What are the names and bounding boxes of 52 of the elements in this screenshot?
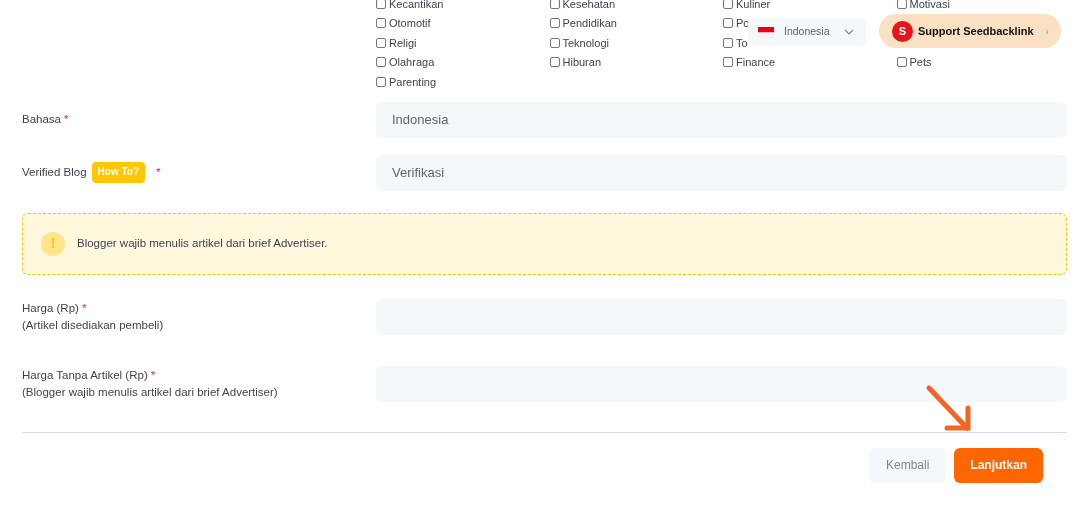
- checkbox[interactable]: [376, 57, 386, 68]
- checkbox-label: Motivasi: [909, 0, 950, 12]
- checkbox[interactable]: [896, 0, 907, 9]
- chevron-icon: ›: [1045, 22, 1049, 40]
- input-field[interactable]: Indonesia: [376, 101, 1067, 138]
- checkbox[interactable]: [723, 37, 733, 48]
- field-label: Harga (Rp): [22, 300, 79, 316]
- pointer-arrow: [926, 385, 971, 431]
- back-button[interactable]: Kembali: [868, 447, 947, 483]
- checkbox[interactable]: [376, 0, 386, 9]
- alert-text: Blogger wajib menulis artikel dari brief Advertiser.: [77, 235, 328, 251]
- checkbox-label: Pets: [909, 55, 932, 70]
- checkbox-label: Olahraga: [389, 55, 435, 70]
- checkbox[interactable]: [723, 0, 733, 9]
- checkbox-label: Otomotif: [389, 16, 431, 31]
- checkbox[interactable]: [549, 0, 560, 9]
- checkbox-label: Pendidikan: [562, 16, 617, 31]
- field-hint: (Blogger wajib menulis artikel dari brief Advertiser): [22, 384, 279, 400]
- checkbox[interactable]: [549, 57, 560, 68]
- checkbox-label: Hiburan: [562, 55, 602, 70]
- support-button[interactable]: S Support Seedbacklink ›: [879, 14, 1061, 48]
- checkbox[interactable]: [376, 76, 386, 87]
- warning-icon: !: [41, 231, 65, 256]
- checkbox-label: Teknologi: [562, 35, 609, 51]
- required-mark: *: [156, 165, 161, 181]
- checkbox-label: To: [736, 35, 748, 51]
- required-mark: *: [81, 300, 87, 316]
- checkbox[interactable]: [376, 18, 386, 29]
- required-mark: *: [150, 367, 156, 383]
- checkbox-label: Religi: [389, 35, 417, 51]
- checkbox-label: Parenting: [389, 74, 437, 90]
- field-label: Harga Tanpa Artikel (Rp): [22, 367, 148, 383]
- checkbox-label: Kuliner: [736, 0, 771, 12]
- checkbox[interactable]: [896, 57, 907, 68]
- checkbox[interactable]: [376, 37, 386, 48]
- checkbox[interactable]: [723, 18, 733, 29]
- checkbox[interactable]: [549, 18, 560, 29]
- input-field[interactable]: Verifikasi: [376, 154, 1067, 191]
- required-mark: *: [64, 112, 69, 128]
- checkbox-label: Kesehatan: [562, 0, 616, 12]
- checkbox[interactable]: [723, 57, 733, 68]
- checkbox-label: Finance: [736, 55, 776, 70]
- input-field[interactable]: [376, 365, 1067, 402]
- field-hint: (Artikel disediakan pembeli): [22, 317, 165, 333]
- field-label: Bahasa: [22, 112, 61, 128]
- chevron-down-icon: [843, 29, 854, 35]
- checkbox-label: Kecantikan: [389, 0, 444, 12]
- field-label: Verified Blog: [22, 165, 87, 181]
- checkbox[interactable]: [549, 37, 560, 48]
- flag-icon: [758, 26, 774, 38]
- language-dropdown[interactable]: Indonesia: [748, 18, 866, 46]
- logo-badge: S: [892, 20, 913, 42]
